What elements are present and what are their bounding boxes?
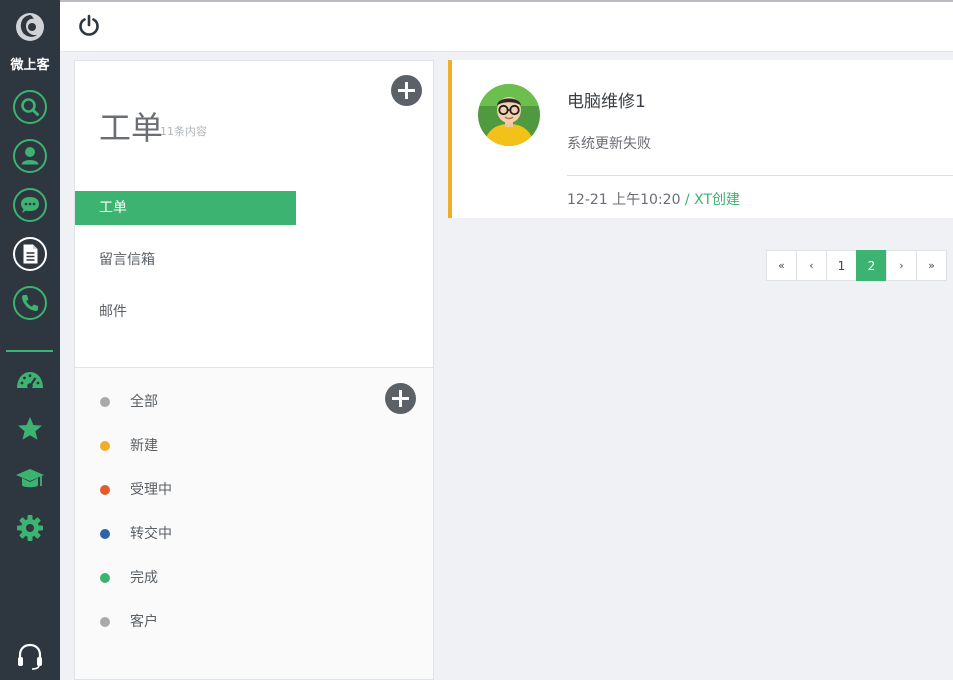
status-filter-transferring[interactable]: 转交中: [75, 521, 375, 545]
avatar: [478, 84, 540, 146]
ticket-meta: 12-21 上午10:20 / XT创建: [567, 189, 740, 209]
card-divider: [567, 175, 953, 176]
dashboard-icon[interactable]: [14, 364, 46, 396]
status-dot: [100, 441, 110, 451]
status-filter-done[interactable]: 完成: [75, 565, 375, 589]
status-dot: [100, 485, 110, 495]
chat-icon[interactable]: [12, 187, 48, 223]
user-icon[interactable]: [12, 138, 48, 174]
menu-item-email[interactable]: 邮件: [75, 295, 296, 329]
status-dot: [100, 397, 110, 407]
sidebar-divider: [6, 350, 53, 352]
power-icon[interactable]: [78, 13, 100, 37]
document-icon[interactable]: [12, 236, 48, 272]
first-page-button[interactable]: «: [766, 250, 797, 281]
graduation-cap-icon[interactable]: [14, 463, 46, 495]
status-filter-new[interactable]: 新建: [75, 433, 375, 457]
prev-page-button[interactable]: ‹: [796, 250, 827, 281]
ticket-time: 12-21 上午10:20: [567, 192, 681, 208]
logo-icon: [16, 13, 44, 41]
sidebar: 微上客: [0, 0, 60, 680]
top-bar: [60, 0, 953, 52]
ticket-creator: / XT创建: [680, 192, 740, 208]
add-category-button[interactable]: [391, 75, 422, 106]
search-icon[interactable]: [12, 89, 48, 125]
ticket-category-panel: 工单 11条内容 工单 留言信箱 邮件 全部 新建 受理中 转交中 完成 客户: [74, 60, 434, 680]
next-page-button[interactable]: ›: [886, 250, 917, 281]
ticket-card[interactable]: 电脑维修1 系统更新失败 12-21 上午10:20 / XT创建: [448, 60, 953, 218]
gear-icon[interactable]: [14, 512, 46, 544]
status-dot: [100, 573, 110, 583]
status-label: 全部: [130, 394, 158, 410]
panel-title: 工单: [99, 109, 164, 147]
status-filter-processing[interactable]: 受理中: [75, 477, 375, 501]
panel-subtitle: 11条内容: [160, 125, 207, 138]
menu-item-tickets[interactable]: 工单: [75, 191, 296, 225]
add-status-button[interactable]: [385, 383, 416, 414]
status-label: 转交中: [130, 526, 172, 542]
last-page-button[interactable]: »: [916, 250, 947, 281]
status-label: 受理中: [130, 482, 172, 498]
pagination: « ‹ 1 2 › »: [766, 250, 947, 281]
status-filter-list: 全部 新建 受理中 转交中 完成 客户: [75, 367, 433, 679]
page-2-button[interactable]: 2: [856, 250, 887, 281]
star-icon[interactable]: [14, 413, 46, 445]
status-label: 完成: [130, 570, 158, 586]
status-dot: [100, 617, 110, 627]
phone-icon[interactable]: [12, 285, 48, 321]
status-label: 新建: [130, 438, 158, 454]
status-dot: [100, 529, 110, 539]
brand-name: 微上客: [10, 58, 50, 73]
page-1-button[interactable]: 1: [826, 250, 857, 281]
ticket-description: 系统更新失败: [567, 136, 651, 152]
status-filter-customer[interactable]: 客户: [75, 609, 375, 633]
ticket-title[interactable]: 电脑维修1: [567, 87, 646, 112]
status-label: 客户: [130, 614, 158, 630]
headset-icon[interactable]: [14, 640, 46, 672]
menu-item-mailbox[interactable]: 留言信箱: [75, 243, 296, 277]
status-filter-all[interactable]: 全部: [75, 389, 375, 413]
